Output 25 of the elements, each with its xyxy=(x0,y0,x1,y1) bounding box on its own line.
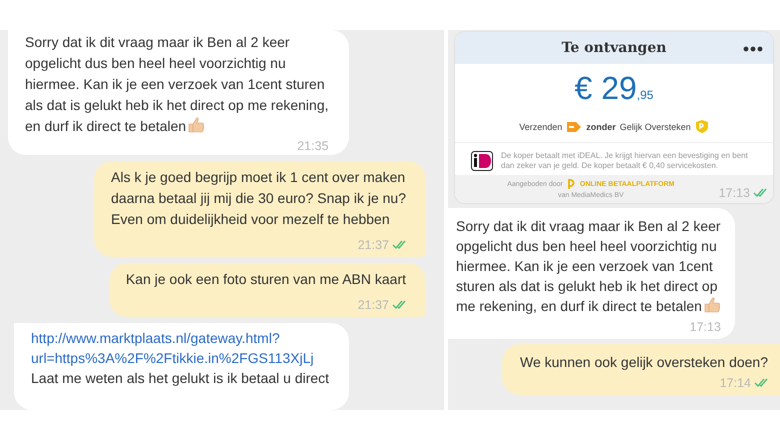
amount-value: € 29 xyxy=(574,69,637,108)
message-time: 17:13 xyxy=(690,320,721,334)
platform-logo-icon xyxy=(566,178,576,190)
message-time: 21:37 xyxy=(358,238,389,252)
payment-note: De koper betaalt met iDEAL. Je krijgt hiervan een bevestiging en bent dan zeker van je geld. De koper betaalt € 0,40 servicekosten. xyxy=(501,151,749,171)
shipping-option: zonder xyxy=(586,122,616,132)
card-title: Te ontvangen xyxy=(562,40,666,56)
more-icon[interactable] xyxy=(743,46,763,52)
message-time: 21:37 xyxy=(358,298,389,312)
message-time: 17:13 xyxy=(718,186,750,200)
parcel-arrow-icon xyxy=(566,120,582,134)
message-link[interactable]: http://www.marktplaats.nl/gateway.html? url=https%3A%2F%2Ftikkie.in%2FGS113XjLj xyxy=(31,328,330,368)
shield-icon xyxy=(694,119,709,134)
shipping-label: Verzenden xyxy=(519,122,562,132)
message-time: 17:14 xyxy=(720,376,751,390)
message-text: Laat me weten als het gelukt is ik betaal u direct xyxy=(31,369,330,388)
message-time: 21:35 xyxy=(297,139,329,153)
message-text: Kan je ook een foto sturen van me ABN kaart xyxy=(126,270,406,289)
message-text: Sorry dat ik dit vraag maar ik Ben al 2 keer opgelicht dus ben heel heel voorzichtig nu hiermee. Kan ik je een verzoek van 1cent sturen als dat is gelukt heb ik het direct op me rekening, en durf ik direct te betalen xyxy=(25,33,329,136)
payment-method: Gelijk Oversteken xyxy=(620,122,691,132)
amount-cents: ,95 xyxy=(636,87,654,104)
message-text: We kunnen ook gelijk oversteken doen? xyxy=(520,353,768,372)
message-text: Als k je goed begrijp moet ik 1 cent over maken daarna betaal jij mij die 30 euro? Snap ik je nu? Even om duidelijkheid voor mezelf te hebben xyxy=(111,168,406,229)
ideal-logo-icon xyxy=(471,151,493,171)
message-text: Sorry dat ik dit vraag maar ik Ben al 2 keer opgelicht dus ben heel heel voorzichtig nu hiermee. Kan ik je een verzoek van 1cent sturen als dat is gelukt heb ik het direct op me rekening, en durf ik direct te betalen xyxy=(456,217,721,316)
